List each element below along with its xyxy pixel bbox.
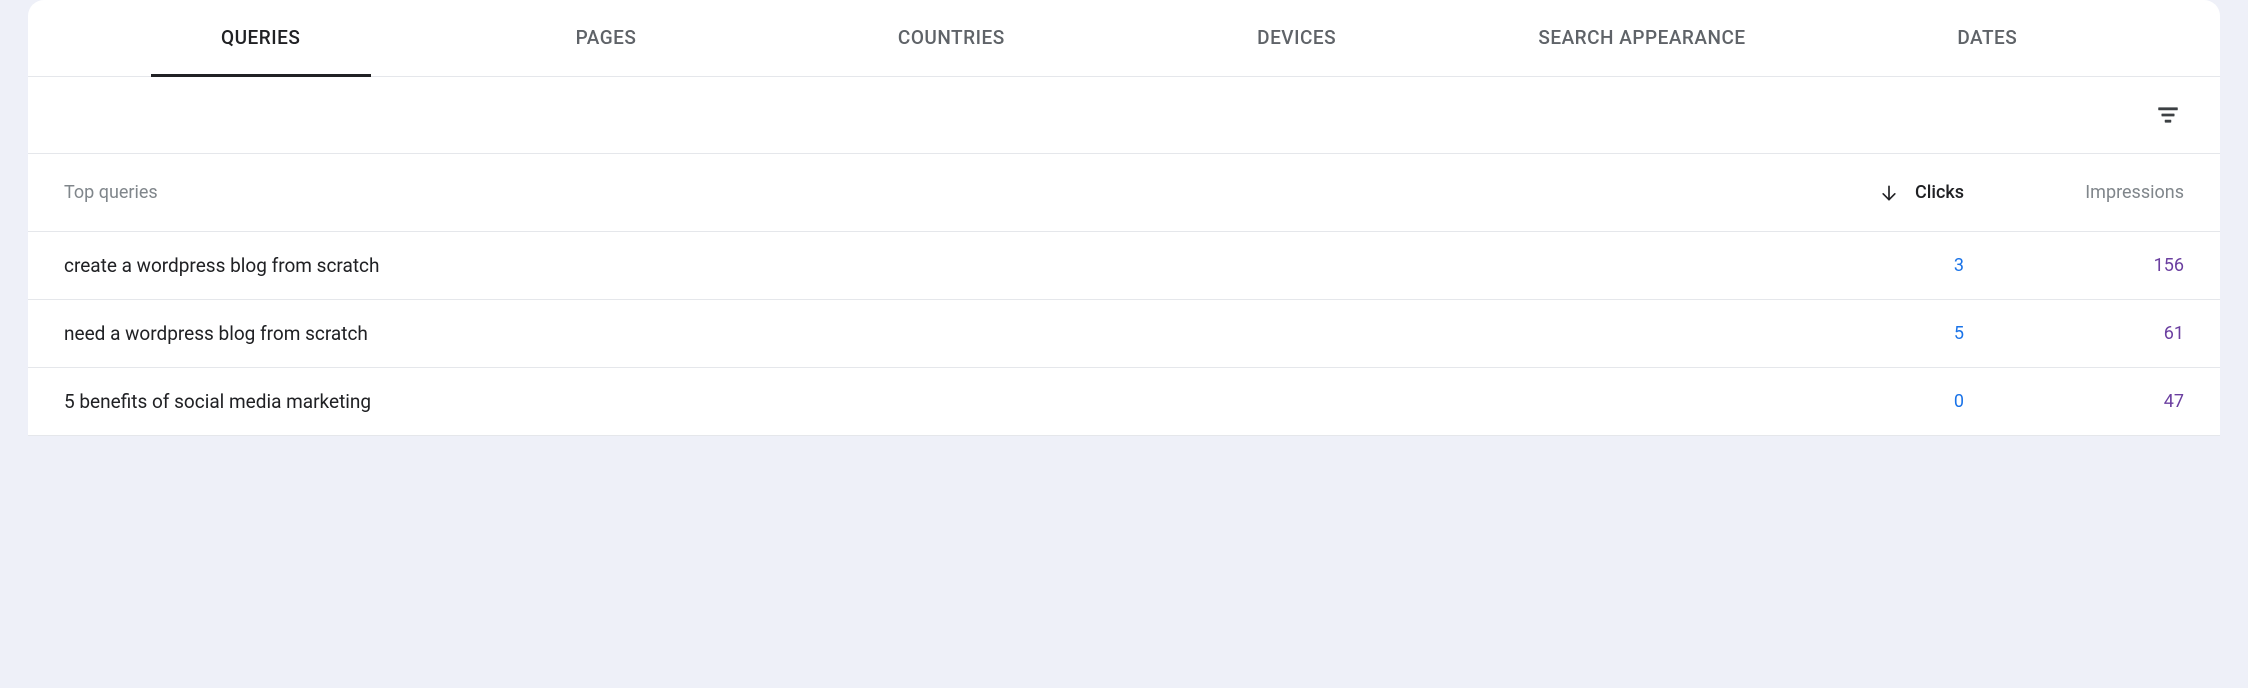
tab-label: PAGES [576, 26, 637, 49]
clicks-cell: 3 [1744, 255, 1964, 276]
query-cell: 5 benefits of social media marketing [64, 390, 1744, 413]
table-row[interactable]: 5 benefits of social media marketing 0 4… [28, 368, 2220, 436]
clicks-cell: 0 [1744, 391, 1964, 412]
query-cell: need a wordpress blog from scratch [64, 322, 1744, 345]
column-header-clicks-label: Clicks [1915, 182, 1964, 203]
filter-icon[interactable] [2152, 99, 2184, 131]
tab-label: COUNTRIES [898, 26, 1005, 49]
tab-label: DEVICES [1257, 26, 1336, 49]
tab-pages[interactable]: PAGES [433, 0, 778, 76]
clicks-cell: 5 [1744, 323, 1964, 344]
column-header-clicks[interactable]: Clicks [1744, 182, 1964, 203]
table-header-row: Top queries Clicks Impressions [28, 154, 2220, 232]
column-header-impressions[interactable]: Impressions [1964, 182, 2184, 203]
impressions-cell: 156 [1964, 255, 2184, 276]
tab-countries[interactable]: COUNTRIES [779, 0, 1124, 76]
tab-dates[interactable]: DATES [1815, 0, 2160, 76]
query-cell: create a wordpress blog from scratch [64, 254, 1744, 277]
tab-devices[interactable]: DEVICES [1124, 0, 1469, 76]
impressions-cell: 47 [1964, 391, 2184, 412]
performance-card: QUERIES PAGES COUNTRIES DEVICES SEARCH A… [28, 0, 2220, 436]
filter-bar [28, 77, 2220, 154]
tab-label: DATES [1957, 26, 2017, 49]
table-row[interactable]: create a wordpress blog from scratch 3 1… [28, 232, 2220, 300]
tab-label: QUERIES [221, 26, 300, 49]
tab-search-appearance[interactable]: SEARCH APPEARANCE [1469, 0, 1814, 76]
column-header-queries[interactable]: Top queries [64, 182, 1744, 203]
impressions-cell: 61 [1964, 323, 2184, 344]
tab-bar: QUERIES PAGES COUNTRIES DEVICES SEARCH A… [28, 0, 2220, 77]
tab-queries[interactable]: QUERIES [88, 0, 433, 76]
arrow-down-icon [1879, 183, 1899, 203]
table-row[interactable]: need a wordpress blog from scratch 5 61 [28, 300, 2220, 368]
tab-label: SEARCH APPEARANCE [1538, 26, 1745, 49]
